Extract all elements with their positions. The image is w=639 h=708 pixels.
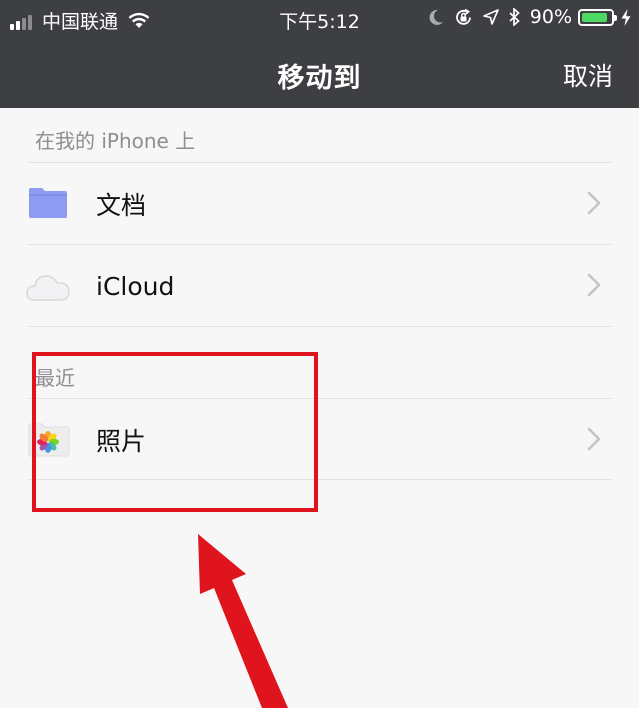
nav-header: 中国联通 下午5:12 90% 移动到 取消 xyxy=(0,0,639,108)
list-item-documents[interactable]: 文档 xyxy=(28,164,611,244)
list-item-label: iCloud xyxy=(96,271,175,301)
battery-icon xyxy=(578,8,617,26)
battery-percentage: 90% xyxy=(529,6,572,28)
bluetooth-icon xyxy=(509,8,520,26)
cloud-icon xyxy=(26,275,70,301)
divider xyxy=(28,162,611,163)
chevron-right-icon xyxy=(587,191,601,215)
annotation-highlight-box xyxy=(32,352,318,512)
moon-icon xyxy=(429,9,443,25)
list-item-label: 文档 xyxy=(96,191,147,220)
charging-bolt-icon xyxy=(621,8,631,26)
chevron-right-icon xyxy=(587,273,601,297)
chevron-right-icon xyxy=(587,427,601,451)
page-title: 移动到 xyxy=(277,63,362,94)
folder-icon xyxy=(29,188,67,218)
divider xyxy=(28,244,611,245)
list-item-icloud[interactable]: iCloud xyxy=(26,246,611,326)
location-icon xyxy=(482,9,499,25)
section-header-on-my-iphone: 在我的 iPhone 上 xyxy=(35,129,196,153)
cancel-button[interactable]: 取消 xyxy=(563,57,613,93)
orientation-lock-icon xyxy=(455,8,471,25)
divider xyxy=(28,326,611,327)
annotation-arrow-icon xyxy=(198,534,288,708)
status-bar: 中国联通 下午5:12 90% xyxy=(0,0,639,36)
